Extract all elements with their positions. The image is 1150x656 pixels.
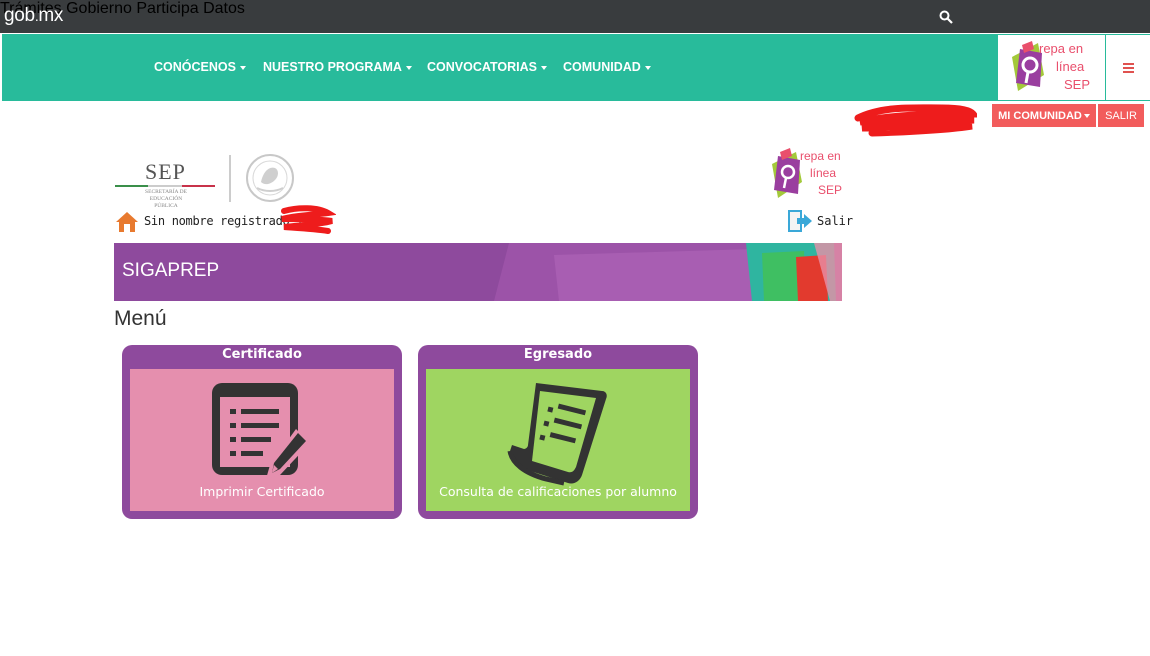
card-certificado-body[interactable]: Imprimir Certificado	[130, 369, 394, 511]
prepa-logo-icon: repa en línea SEP	[1012, 41, 1090, 92]
salir-button[interactable]: SALIR	[1098, 104, 1144, 127]
prepa-logo-line3: SEP	[1064, 77, 1090, 92]
hamburger-icon	[1123, 63, 1134, 73]
prepa-logo-line1: repa en	[1039, 41, 1083, 56]
caret-down-icon	[405, 65, 412, 70]
prepa-small-line3: SEP	[818, 183, 842, 197]
nav-comunidad[interactable]: COMUNIDAD	[563, 60, 651, 74]
user-info-row: Sin nombre registrado | Salir	[115, 205, 853, 234]
card-certificado[interactable]: Certificado Imprimir Certificado	[122, 345, 402, 519]
home-icon[interactable]	[115, 211, 139, 233]
scroll-list-icon	[507, 383, 607, 486]
nav-convocatorias[interactable]: CONVOCATORIAS	[427, 60, 547, 74]
gob-nav-gobierno[interactable]: Gobierno	[66, 0, 132, 17]
national-seal-icon	[246, 154, 294, 202]
card-egresado[interactable]: Egresado Consulta de calificaciones por …	[418, 345, 698, 519]
gob-nav-datos[interactable]: Datos	[203, 0, 245, 17]
nav-comunidad-label: COMUNIDAD	[563, 60, 641, 74]
main-navigation: CONÓCENOS NUESTRO PROGRAMA CONVOCATORIAS…	[2, 34, 998, 101]
logout-icon[interactable]	[787, 208, 813, 234]
card-egresado-body[interactable]: Consulta de calificaciones por alumno	[426, 369, 690, 511]
gob-logo-main: gob	[4, 5, 35, 26]
banner-decoration	[494, 243, 842, 301]
hamburger-menu-button[interactable]	[1105, 34, 1150, 101]
mi-comunidad-button[interactable]: MI COMUNIDAD	[992, 104, 1096, 127]
sep-logo-stripe	[115, 185, 215, 187]
salir-label: SALIR	[1105, 109, 1137, 122]
banner-title: SIGAPREP	[122, 260, 220, 281]
certificate-edit-icon	[212, 383, 310, 479]
nav-nuestro-programa[interactable]: NUESTRO PROGRAMA	[263, 60, 412, 74]
caret-down-icon	[1083, 113, 1090, 118]
card-egresado-label: Consulta de calificaciones por alumno	[439, 484, 677, 499]
card-certificado-label: Imprimir Certificado	[199, 484, 325, 499]
redaction-scribble-user	[281, 205, 336, 234]
prepa-en-linea-small-logo: repa en línea SEP	[772, 148, 842, 198]
nav-nuestro-programa-label: NUESTRO PROGRAMA	[263, 60, 402, 74]
card-certificado-title: Certificado	[222, 347, 302, 362]
redaction-scribble	[854, 104, 977, 137]
sigaprep-banner: SIGAPREP	[114, 243, 842, 301]
gob-nav-participa[interactable]: Participa	[136, 0, 198, 17]
caret-down-icon	[239, 65, 246, 70]
prepa-logo-line2: línea	[1056, 59, 1085, 74]
gob-logo-tld: mx	[38, 5, 64, 26]
header-divider	[229, 155, 231, 202]
nav-conocenos-label: CONÓCENOS	[154, 60, 236, 74]
logout-link[interactable]: Salir	[817, 214, 853, 228]
search-icon[interactable]	[939, 10, 953, 24]
gob-top-bar: gob.mx Trámites Gobierno Participa Datos	[0, 0, 1150, 33]
caret-down-icon	[644, 65, 651, 70]
nav-conocenos[interactable]: CONÓCENOS	[154, 60, 246, 74]
card-egresado-title: Egresado	[523, 347, 593, 362]
sep-logo: SEP SECRETARÍA DE EDUCACIÓN PÚBLICA	[115, 155, 225, 209]
prepa-en-linea-logo[interactable]: repa en línea SEP	[998, 34, 1105, 101]
prepa-small-line2: línea	[810, 166, 836, 180]
gob-mx-logo[interactable]: gob.mx	[4, 5, 63, 27]
sep-logo-title: SEP	[145, 159, 186, 184]
mi-comunidad-label: MI COMUNIDAD	[998, 109, 1082, 122]
menu-heading: Menú	[114, 307, 167, 330]
prepa-small-line1: repa en	[800, 149, 841, 163]
caret-down-icon	[540, 65, 547, 70]
nav-convocatorias-label: CONVOCATORIAS	[427, 60, 537, 74]
sep-logo-subtitle: SECRETARÍA DE EDUCACIÓN PÚBLICA	[145, 189, 187, 209]
